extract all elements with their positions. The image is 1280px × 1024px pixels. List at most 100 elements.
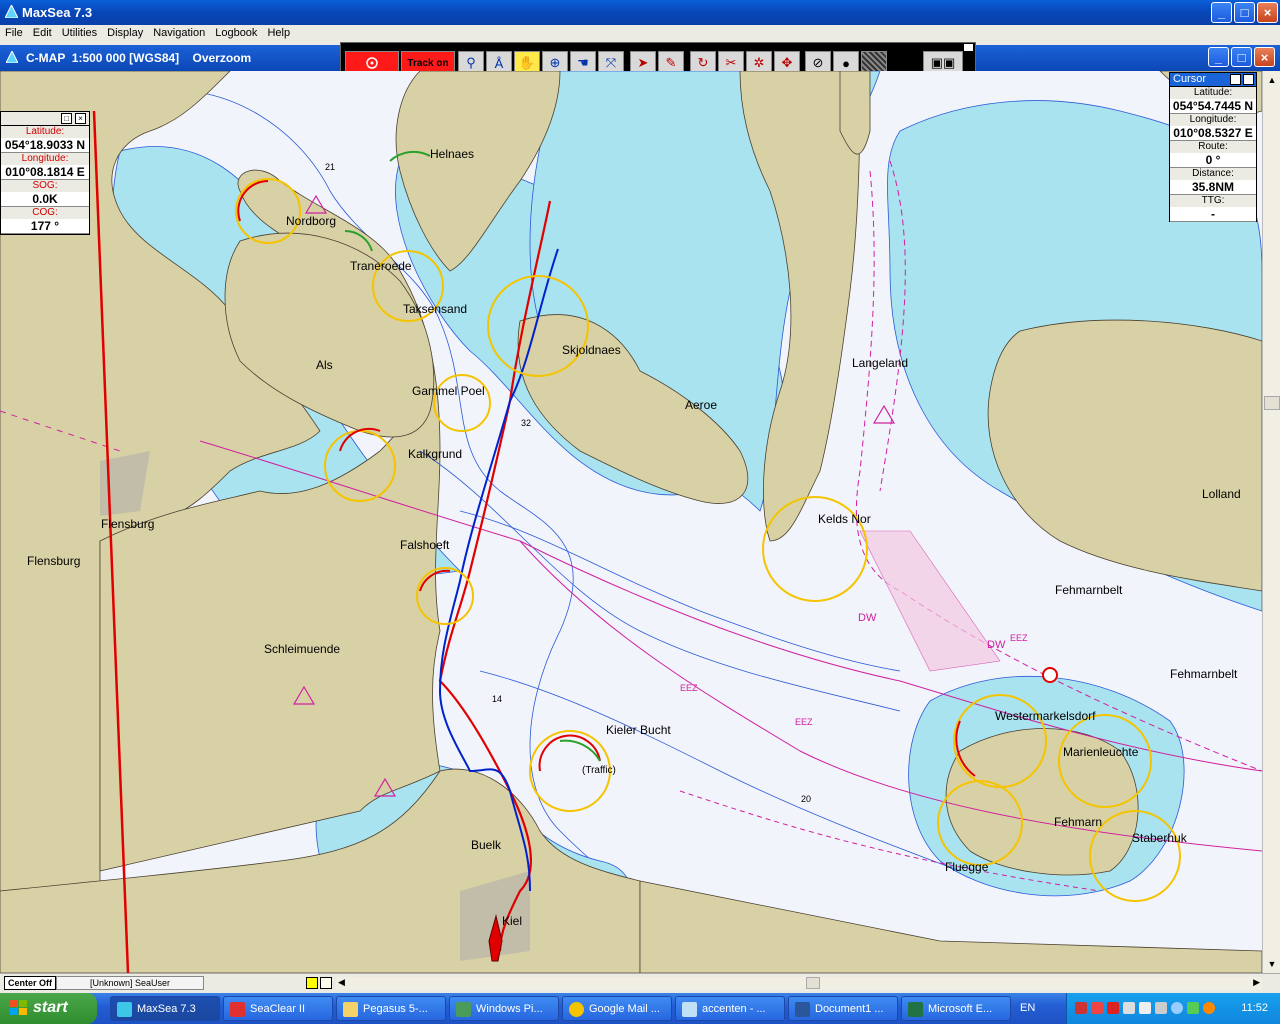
cursor-panel-header: Cursor □ × [1170, 73, 1256, 87]
place-kiel: Kiel [502, 914, 523, 928]
place-nordborg: Nordborg [286, 214, 337, 228]
tray-security-icon[interactable] [1107, 1002, 1119, 1014]
nav-panel-close-icon[interactable]: × [75, 113, 86, 124]
cursor-latitude-value: 054°54.7445 N [1170, 99, 1256, 114]
status-indicator-icon[interactable] [306, 977, 318, 989]
task-windows-picture[interactable]: Windows Pi... [449, 996, 559, 1021]
tray-sync-icon[interactable] [1155, 1002, 1167, 1014]
nav-sog-label: SOG: [32, 180, 58, 191]
clock[interactable]: 11:52 [1241, 1002, 1268, 1014]
cursor-route-value: 0 ° [1170, 153, 1256, 168]
center-off-button[interactable]: Center Off [4, 976, 57, 990]
task-document1[interactable]: Document1 ... [788, 996, 898, 1021]
status-tool-icon[interactable] [320, 977, 332, 989]
menu-utilities[interactable]: Utilities [57, 25, 102, 39]
chart-maximize-button[interactable]: □ [1231, 47, 1252, 67]
seaclear-task-icon [230, 1002, 245, 1017]
place-helnaes: Helnaes [430, 147, 475, 161]
task-maxsea[interactable]: MaxSea 7.3 [110, 996, 220, 1021]
task-label: accenten - ... [702, 1003, 766, 1015]
circle-slash-icon: ⊘ [812, 55, 824, 70]
place-buelk: Buelk [471, 838, 502, 852]
tray-signal-icon[interactable] [1139, 1002, 1151, 1014]
chart-window-icon [6, 51, 18, 63]
notepad-icon [682, 1002, 697, 1017]
tray-update-icon[interactable] [1187, 1002, 1199, 1014]
place-staberhuk: Staberhuk [1132, 831, 1187, 845]
place-flensburg-2: Flensburg [27, 554, 81, 568]
cursor-panel-title: Cursor [1173, 73, 1207, 85]
language-indicator[interactable]: EN [1020, 1002, 1035, 1014]
vertical-scroll-thumb[interactable] [1264, 396, 1280, 410]
chrome-icon [569, 1002, 584, 1017]
minimize-button[interactable]: _ [1211, 2, 1232, 23]
chart-close-button[interactable]: × [1254, 47, 1275, 67]
dw-label-1: DW [858, 612, 877, 624]
place-westermarkelsdorf: Westermarkelsdorf [995, 709, 1096, 723]
task-microsoft-excel[interactable]: Microsoft E... [901, 996, 1011, 1021]
user-field: [Unknown] SeaUser [56, 976, 204, 990]
depth-14: 14 [492, 694, 503, 704]
system-tray: 11:52 [1066, 993, 1280, 1024]
mark-icon: ✲ [753, 55, 765, 70]
cursor-longitude-value: 010°08.5327 E [1170, 126, 1256, 141]
nav-latitude-label: Latitude: [25, 126, 65, 137]
start-button[interactable]: start [0, 993, 97, 1024]
menu-file[interactable]: File [0, 25, 28, 39]
tray-help-icon[interactable] [1171, 1002, 1183, 1014]
place-fluegge: Fluegge [945, 860, 989, 874]
chart-canvas[interactable] [0, 71, 1262, 973]
task-google-mail[interactable]: Google Mail ... [562, 996, 672, 1021]
place-aeroe: Aeroe [685, 398, 718, 412]
taskbar: start MaxSea 7.3 SeaClear II Pegasus 5-.… [0, 993, 1280, 1024]
chart-minimize-button[interactable]: _ [1208, 47, 1229, 67]
task-accenten[interactable]: accenten - ... [675, 996, 785, 1021]
layers-icon: ▣▣ [930, 55, 956, 70]
maxsea-task-icon [117, 1002, 132, 1017]
toolbar-close-icon[interactable] [963, 43, 974, 52]
tray-monitor-icon[interactable] [1123, 1002, 1135, 1014]
horizontal-scrollbar[interactable]: ◀ ▶ [336, 977, 1262, 990]
task-label: MaxSea 7.3 [137, 1003, 196, 1015]
cursor-panel-close-icon[interactable]: × [1243, 74, 1254, 85]
scroll-up-icon[interactable]: ▲ [1265, 73, 1279, 87]
crosshair-icon: ⊕ [549, 55, 561, 70]
menu-edit[interactable]: Edit [28, 25, 57, 39]
chart-title: C-MAP 1:500 000 [WGS84] Overzoom [26, 51, 252, 65]
maximize-button[interactable]: □ [1234, 2, 1255, 23]
scroll-down-icon[interactable]: ▼ [1265, 957, 1279, 971]
task-pegasus[interactable]: Pegasus 5-... [336, 996, 446, 1021]
place-langeland: Langeland [852, 356, 909, 370]
scroll-left-icon[interactable]: ◀ [338, 977, 345, 988]
tray-network-icon[interactable] [1075, 1002, 1087, 1014]
vertical-scrollbar[interactable]: ▲ ▼ [1262, 71, 1280, 973]
place-traffic: (Traffic) [582, 765, 616, 776]
horizontal-scroll-thumb[interactable] [806, 977, 820, 989]
task-seaclear[interactable]: SeaClear II [223, 996, 333, 1021]
dw-label-2: DW [987, 639, 1006, 651]
tray-alert-icon[interactable] [1091, 1002, 1103, 1014]
menu-help[interactable]: Help [262, 25, 295, 39]
nav-sog-value: 0.0K [1, 192, 89, 207]
record-icon [366, 57, 378, 69]
move-icon: ✥ [781, 55, 793, 70]
nav-cog-value: 177 ° [1, 219, 89, 234]
cursor-panel-restore-icon[interactable]: □ [1230, 74, 1241, 85]
cursor-distance-label: Distance: [1192, 168, 1234, 179]
navigation-data-panel: □ × Latitude: 054°18.9033 N Longitude: 0… [0, 111, 90, 235]
menu-logbook[interactable]: Logbook [210, 25, 262, 39]
place-fehmarnbelt-2: Fehmarnbelt [1170, 667, 1238, 681]
tray-app-icon[interactable] [1203, 1002, 1215, 1014]
place-traneroede: Traneroede [350, 259, 412, 273]
nav-panel-restore-icon[interactable]: □ [61, 113, 72, 124]
close-button[interactable]: × [1257, 2, 1278, 23]
menu-display[interactable]: Display [102, 25, 148, 39]
place-gammel-poel: Gammel Poel [412, 384, 485, 398]
nautical-chart[interactable]: Helnaes Nordborg Traneroede Taksensand S… [0, 71, 1262, 973]
eez-label-3: EEZ [1010, 633, 1028, 643]
depth-32: 32 [521, 418, 532, 428]
hand-icon: ✋ [518, 55, 536, 70]
scroll-right-icon[interactable]: ▶ [1253, 977, 1260, 988]
place-kelds-nor: Kelds Nor [818, 512, 871, 526]
menu-navigation[interactable]: Navigation [148, 25, 210, 39]
